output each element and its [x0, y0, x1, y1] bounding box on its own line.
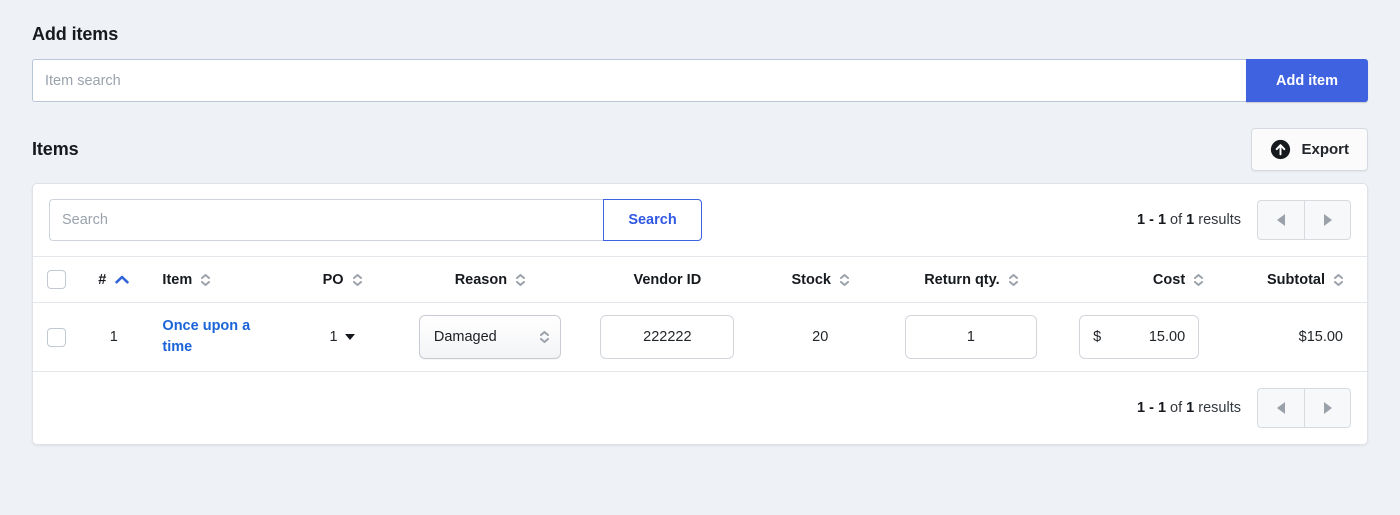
items-table: # Item PO Reason Vendor ID Stock Return …	[33, 256, 1367, 372]
table-head: # Item PO Reason Vendor ID Stock Return …	[33, 256, 1367, 303]
column-label-stock: Stock	[791, 271, 831, 288]
chevron-right-icon	[1323, 214, 1332, 226]
pagination-range: 1 - 1	[1137, 400, 1167, 416]
column-label-vendor-id: Vendor ID	[633, 271, 702, 288]
row-select-checkbox[interactable]	[46, 327, 66, 347]
column-label-subtotal: Subtotal	[1267, 271, 1325, 288]
pagination-next-button-top[interactable]	[1304, 200, 1351, 240]
row-subtotal: $15.00	[1298, 329, 1343, 345]
po-value: 1	[329, 329, 338, 345]
add-item-button[interactable]: Add item	[1246, 59, 1368, 102]
pagination-results-label: results	[1198, 212, 1241, 228]
cost-value: 15.00	[1148, 329, 1186, 345]
row-cost-cell: $ 15.00	[1058, 303, 1225, 372]
select-all-checkbox[interactable]	[46, 270, 66, 289]
row-select-cell	[33, 303, 79, 372]
column-header-item[interactable]: Item	[148, 257, 282, 303]
vendor-id-input[interactable]	[600, 315, 735, 359]
export-button-label: Export	[1301, 141, 1349, 158]
po-dropdown[interactable]: 1	[330, 329, 355, 345]
pagination-top: 1 - 1 of 1 results	[1137, 200, 1351, 240]
column-label-cost: Cost	[1152, 271, 1186, 288]
items-header-bar: Items Export	[32, 128, 1368, 171]
pagination-next-button-bottom[interactable]	[1304, 388, 1351, 428]
row-vendor-id-cell	[578, 303, 757, 372]
row-number: 1	[109, 329, 118, 345]
sort-both-icon[interactable]	[1334, 273, 1343, 286]
table-search-input[interactable]	[49, 199, 603, 241]
page-title-items: Items	[32, 139, 79, 159]
column-header-po[interactable]: PO	[282, 257, 401, 303]
reason-selected-value: Damaged	[433, 329, 497, 345]
column-label-po: PO	[322, 271, 344, 288]
table-footer: 1 - 1 of 1 results	[33, 372, 1367, 444]
sort-both-icon[interactable]	[839, 273, 849, 286]
add-item-search-row: Add item	[32, 59, 1368, 102]
table-body: 1 Once upon a time 1 Damaged 222222 20 1…	[33, 303, 1367, 372]
pagination-bottom: 1 - 1 of 1 results	[1137, 388, 1351, 428]
currency-symbol: $	[1093, 329, 1102, 345]
column-label-item: Item	[162, 271, 193, 288]
column-header-vendor-id: Vendor ID	[578, 257, 757, 303]
row-reason-cell: Damaged	[402, 303, 578, 372]
pagination-summary-top: 1 - 1 of 1 results	[1137, 212, 1241, 228]
pagination-total: 1	[1186, 400, 1195, 416]
column-header-reason[interactable]: Reason	[402, 257, 578, 303]
column-header-select-all	[33, 257, 79, 303]
cost-input[interactable]: $ 15.00	[1079, 315, 1200, 359]
sort-both-icon[interactable]	[201, 273, 211, 286]
reason-select[interactable]: Damaged	[418, 315, 561, 359]
chevron-updown-icon	[539, 331, 549, 343]
row-item-cell: Once upon a time	[148, 303, 282, 372]
sort-both-icon[interactable]	[1194, 273, 1204, 286]
pagination-prev-button-top[interactable]	[1257, 200, 1304, 240]
chevron-down-icon	[344, 334, 355, 340]
chevron-left-icon	[1277, 214, 1285, 226]
table-header-row: # Item PO Reason Vendor ID Stock Return …	[33, 256, 1367, 303]
chevron-left-icon	[1277, 402, 1285, 414]
pagination-of-label: of	[1170, 400, 1183, 416]
pagination-buttons-bottom	[1257, 388, 1351, 428]
column-header-cost[interactable]: Cost	[1058, 257, 1225, 303]
sort-both-icon[interactable]	[1008, 273, 1018, 286]
pagination-of-label: of	[1170, 212, 1183, 228]
column-header-stock[interactable]: Stock	[757, 257, 884, 303]
return-qty-input[interactable]	[904, 315, 1037, 359]
pagination-total: 1	[1186, 212, 1195, 228]
page-root: Add items Add item Items Export Search	[0, 0, 1400, 445]
column-label-return-qty: Return qty.	[924, 271, 1000, 288]
sort-both-icon[interactable]	[352, 273, 362, 286]
sort-both-icon[interactable]	[516, 273, 526, 286]
sort-asc-icon[interactable]	[115, 275, 130, 284]
table-search-button[interactable]: Search	[603, 199, 702, 241]
pagination-summary-bottom: 1 - 1 of 1 results	[1137, 400, 1241, 416]
table-toolbar: Search 1 - 1 of 1 results	[33, 184, 1367, 256]
page-title-add-items: Add items	[32, 24, 119, 44]
pagination-range: 1 - 1	[1137, 212, 1167, 228]
row-stock: 20	[812, 329, 829, 345]
pagination-prev-button-bottom[interactable]	[1257, 388, 1304, 428]
column-header-number[interactable]: #	[79, 257, 148, 303]
export-icon	[1270, 139, 1291, 160]
item-link[interactable]: Once upon a time	[162, 316, 266, 358]
row-return-qty-cell	[884, 303, 1058, 372]
column-header-subtotal[interactable]: Subtotal	[1225, 257, 1367, 303]
items-table-card: Search 1 - 1 of 1 results	[32, 183, 1368, 445]
item-search-input[interactable]	[32, 59, 1246, 102]
export-button[interactable]: Export	[1251, 128, 1368, 171]
column-label-reason: Reason	[454, 271, 508, 288]
pagination-results-label: results	[1198, 400, 1241, 416]
chevron-right-icon	[1323, 402, 1332, 414]
pagination-buttons-top	[1257, 200, 1351, 240]
row-po-cell: 1	[282, 303, 401, 372]
table-row: 1 Once upon a time 1 Damaged 222222 20 1…	[33, 303, 1367, 372]
column-header-return-qty[interactable]: Return qty.	[884, 257, 1058, 303]
table-search-group: Search	[49, 199, 702, 241]
column-label-number: #	[98, 271, 107, 288]
